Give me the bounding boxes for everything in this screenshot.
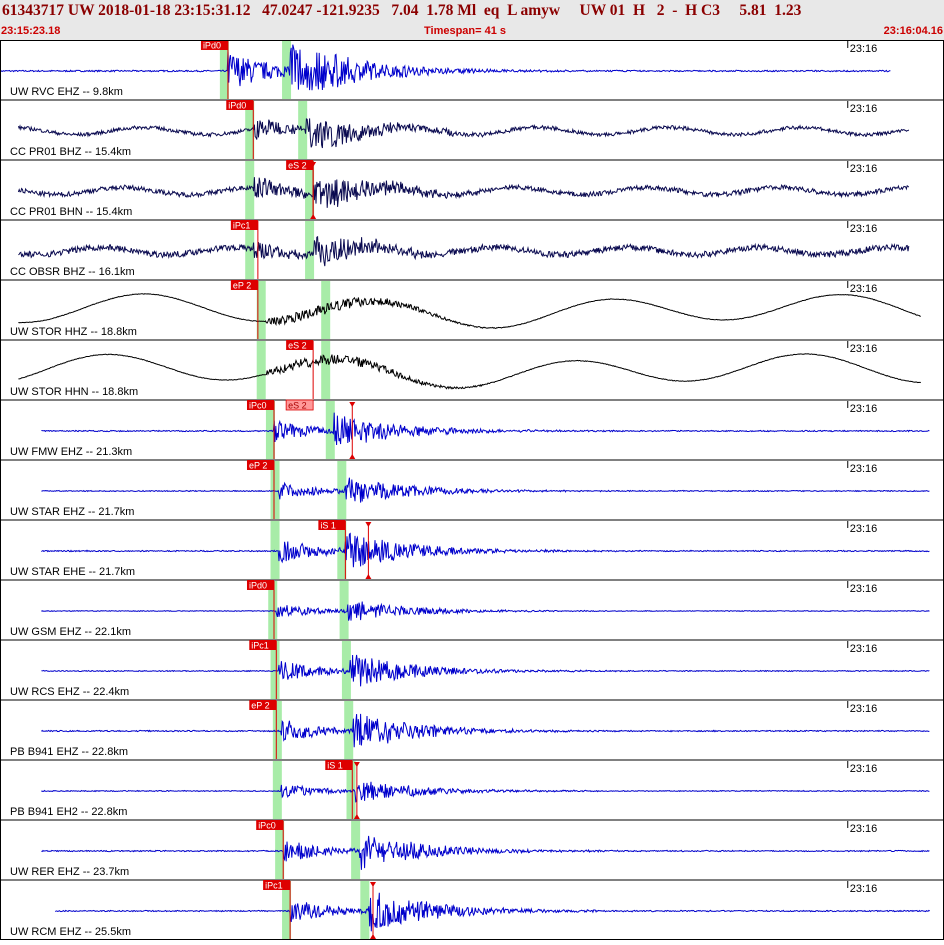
time-tick-label: 23:16	[850, 43, 878, 55]
waveform-trace	[18, 235, 910, 267]
trace-panel: iS 1 23:16 PB B941 EH2 -- 22.8km	[0, 760, 944, 821]
trace-panel: iPc1 23:16 UW RCS EHZ -- 22.4km	[0, 640, 944, 701]
pick-label: iPc1	[265, 881, 283, 891]
time-tick-label: 23:16	[850, 403, 878, 415]
seismogram-panels: iPd0 23:16 UW RVC EHZ -- 9.8km iPd0 23:16 CC …	[0, 40, 944, 941]
station-label: UW GSM EHZ -- 22.1km	[10, 626, 131, 638]
pick-label: iPc0	[258, 821, 276, 831]
station-label: UW RVC EHZ -- 9.8km	[10, 86, 123, 98]
station-label: UW FMW EHZ -- 21.3km	[10, 446, 132, 458]
station-label: CC OBSR BHZ -- 16.1km	[10, 266, 135, 278]
trace-panel: iPc1 23:16 UW RCM EHZ -- 25.5km	[0, 880, 944, 941]
station-label: PB B941 EHZ -- 22.8km	[10, 746, 128, 758]
pick-label: iS 1	[327, 761, 343, 771]
time-tick-label: 23:16	[850, 463, 878, 475]
station-label: UW RCM EHZ -- 25.5km	[10, 926, 131, 938]
waveform-trace	[41, 654, 930, 687]
event-title: 61343717 UW 2018-01-18 23:15:31.12 47.02…	[2, 2, 802, 19]
pick-label: eP 2	[249, 461, 267, 471]
trace-panel: eS 2 23:16 CC PR01 BHN -- 15.4km	[0, 160, 944, 221]
s-window-band	[337, 461, 347, 519]
station-label: CC PR01 BHZ -- 15.4km	[10, 146, 131, 158]
waveform-trace	[17, 118, 910, 149]
event-header: 61343717 UW 2018-01-18 23:15:31.12 47.02…	[0, 0, 944, 41]
time-tick-label: 23:16	[850, 583, 878, 595]
pick2-label: eS 2	[288, 401, 307, 411]
time-tick-label: 23:16	[850, 283, 878, 295]
waveform-trace	[41, 835, 930, 870]
s-window-band	[321, 341, 331, 399]
trace-panel: eP 2 23:16 UW STOR HHZ -- 18.8km	[0, 280, 944, 341]
pick-label: eS 2	[288, 341, 307, 351]
station-label: UW STAR EHE -- 21.7km	[10, 566, 135, 578]
waveform-trace	[41, 713, 930, 748]
trace-panel: iPc1 23:16 CC OBSR BHZ -- 16.1km	[0, 220, 944, 281]
station-label: PB B941 EH2 -- 22.8km	[10, 806, 127, 818]
pick-triangle-down-icon	[349, 402, 356, 407]
p-window-band	[270, 521, 280, 579]
waveform-trace	[41, 532, 930, 568]
time-tick-label: 23:16	[850, 343, 878, 355]
end-time-label: 23:16:04.16	[883, 25, 943, 37]
waveform-trace	[41, 601, 930, 621]
pick-label: iS 1	[320, 521, 336, 531]
pick-label: iPd0	[228, 101, 246, 111]
waveform-trace	[41, 412, 930, 446]
station-label: UW RCS EHZ -- 22.4km	[10, 686, 129, 698]
trace-panel: eS 2 23:16 UW STOR HHN -- 18.8km	[0, 340, 944, 401]
pick-triangle-up-icon	[365, 574, 372, 579]
station-label: UW STAR EHZ -- 21.7km	[10, 506, 134, 518]
start-time-label: 23:15:23.18	[1, 25, 61, 37]
pick-label: iPc1	[251, 641, 269, 651]
pick-label: iPd0	[249, 581, 267, 591]
trace-panel: iS 1 23:16 UW STAR EHE -- 21.7km	[0, 520, 944, 581]
trace-panel: iPd0 23:16 CC PR01 BHZ -- 15.4km	[0, 100, 944, 161]
pick-label: iPc1	[233, 221, 251, 231]
time-tick-label: 23:16	[850, 643, 878, 655]
station-label: CC PR01 BHN -- 15.4km	[10, 206, 132, 218]
trace-panel: iPd0 23:16 UW GSM EHZ -- 22.1km	[0, 580, 944, 641]
station-label: UW STOR HHZ -- 18.8km	[10, 326, 137, 338]
waveform-trace	[17, 177, 910, 208]
waveform-trace	[41, 477, 930, 503]
pick-triangle-down-icon	[369, 882, 376, 887]
time-tick-label: 23:16	[850, 223, 878, 235]
waveform-trace	[18, 293, 921, 329]
pick-label: iPd0	[203, 41, 221, 51]
station-label: UW RER EHZ -- 23.7km	[10, 866, 129, 878]
pick-triangle-up-icon	[369, 934, 376, 939]
station-label: UW STOR HHN -- 18.8km	[10, 386, 138, 398]
trace-panel: eP 2 23:16 UW STAR EHZ -- 21.7km	[0, 460, 944, 521]
pick-label: iPc0	[249, 401, 267, 411]
waveform-trace	[55, 892, 930, 932]
trace-panel: iPc0 23:16 UW RER EHZ -- 23.7km	[0, 820, 944, 881]
pick-triangle-down-icon	[365, 522, 372, 527]
time-tick-label: 23:16	[850, 103, 878, 115]
pick-triangle-up-icon	[349, 454, 356, 459]
trace-panel: eP 2 23:16 PB B941 EHZ -- 22.8km	[0, 700, 944, 761]
waveform-trace	[18, 353, 921, 390]
trace-panel: iPc0 eS 2 23:16 UW FMW EHZ -- 21.3km	[0, 399, 944, 461]
pick-label: eP 2	[251, 701, 269, 711]
seismogram-plot: iPd0 23:16 UW RVC EHZ -- 9.8km iPd0 23:16 CC …	[0, 40, 944, 941]
p-window-band	[256, 341, 266, 399]
time-tick-label: 23:16	[850, 823, 878, 835]
s-window-band	[305, 221, 315, 279]
waveform-trace	[41, 781, 930, 803]
time-tick-label: 23:16	[850, 163, 878, 175]
timespan-label: Timespan= 41 s	[424, 25, 507, 37]
time-tick-label: 23:16	[850, 763, 878, 775]
pick-label: eS 2	[288, 161, 307, 171]
pick-label: eP 2	[233, 281, 251, 291]
waveform-trace	[0, 44, 891, 91]
time-tick-label: 23:16	[850, 883, 878, 895]
time-tick-label: 23:16	[850, 523, 878, 535]
trace-panel: iPd0 23:16 UW RVC EHZ -- 9.8km	[0, 40, 944, 101]
time-tick-label: 23:16	[850, 703, 878, 715]
